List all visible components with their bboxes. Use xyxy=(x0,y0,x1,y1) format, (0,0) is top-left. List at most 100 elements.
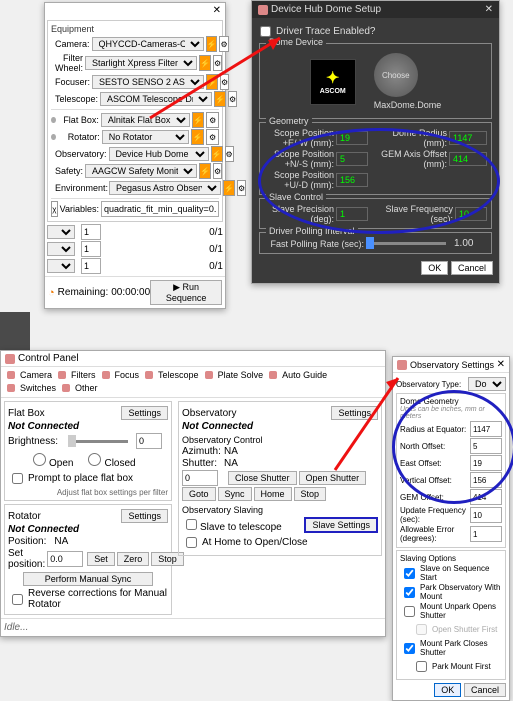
eq-select[interactable]: AAGCW Safety Monitor xyxy=(85,164,197,178)
seq-num-1[interactable] xyxy=(81,224,101,240)
connect-icon[interactable]: ⚡ xyxy=(211,146,223,162)
athome-checkbox[interactable]: At Home to Open/Close xyxy=(182,534,378,551)
brightness-input[interactable] xyxy=(136,433,162,449)
settings-icon[interactable]: ⚙ xyxy=(225,146,234,162)
obs-stop-button[interactable]: Stop xyxy=(294,487,327,501)
sync-button[interactable]: Sync xyxy=(218,487,252,501)
seq-num-3[interactable] xyxy=(81,258,101,274)
close-icon[interactable]: ✕ xyxy=(485,4,493,15)
eq-select[interactable]: QHYCCD-Cameras-Capture xyxy=(92,37,204,51)
eq-label: Observatory: xyxy=(55,149,107,159)
os-opt-checkbox[interactable]: Park Observatory With Mount xyxy=(400,583,502,601)
set-button[interactable]: Set xyxy=(87,552,115,566)
gem-input[interactable] xyxy=(449,152,487,166)
obs-type-select[interactable]: Dome xyxy=(468,377,506,391)
reverse-checkbox[interactable]: Reverse corrections for Manual Rotator xyxy=(8,588,168,610)
cancel-button[interactable]: Cancel xyxy=(451,261,493,275)
rotator-settings-button[interactable]: Settings xyxy=(121,509,168,523)
ew-input[interactable] xyxy=(336,131,368,145)
tab-auto-guide[interactable]: Auto Guide xyxy=(266,369,330,381)
connect-icon[interactable]: ⚡ xyxy=(206,74,218,90)
settings-icon[interactable]: ⚙ xyxy=(206,129,219,145)
eq-select[interactable]: Alnitak Flat Box xyxy=(101,113,190,127)
settings-icon[interactable]: ⚙ xyxy=(213,55,222,71)
os-input[interactable] xyxy=(470,507,502,523)
poll-slider[interactable] xyxy=(366,242,446,245)
eq-select[interactable]: Device Hub Dome xyxy=(109,147,209,161)
seq-select-2[interactable] xyxy=(47,242,75,256)
ns-input[interactable] xyxy=(336,152,368,166)
settings-icon[interactable]: ⚙ xyxy=(213,163,222,179)
connect-icon[interactable]: ⚡ xyxy=(192,112,205,128)
os-opt-checkbox[interactable]: Mount Park Closes Shutter xyxy=(400,639,502,657)
tab-telescope[interactable]: Telescope xyxy=(142,369,202,381)
brightness-slider[interactable] xyxy=(68,440,128,443)
os-cancel-button[interactable]: Cancel xyxy=(464,683,506,697)
connect-icon[interactable]: ⚡ xyxy=(223,180,235,196)
connect-icon[interactable]: ⚡ xyxy=(199,163,211,179)
os-input[interactable] xyxy=(470,526,502,542)
os-input[interactable] xyxy=(470,472,502,488)
precision-input[interactable] xyxy=(336,207,368,221)
closed-radio[interactable]: Closed xyxy=(83,450,135,469)
settings-icon[interactable]: ⚙ xyxy=(220,74,229,90)
connect-icon[interactable]: ⚡ xyxy=(214,91,226,107)
os-opt-checkbox[interactable]: Slave on Sequence Start xyxy=(400,564,502,582)
tab-focus[interactable]: Focus xyxy=(99,369,143,381)
ok-button[interactable]: OK xyxy=(421,261,448,275)
close-shutter-button[interactable]: Close Shutter xyxy=(228,471,297,485)
eq-select[interactable]: ASCOM Telescope Driver fo xyxy=(100,92,212,106)
tab-switches[interactable]: Switches xyxy=(4,382,59,394)
connect-icon[interactable]: ⚡ xyxy=(191,129,204,145)
home-button[interactable]: Home xyxy=(254,487,292,501)
open-radio[interactable]: Open xyxy=(28,450,73,469)
tab-plate-solve[interactable]: Plate Solve xyxy=(202,369,267,381)
slave-telescope-checkbox[interactable]: Slave to telescope xyxy=(182,516,282,533)
close-icon[interactable]: ✕ xyxy=(497,359,505,370)
os-ok-button[interactable]: OK xyxy=(434,683,461,697)
manual-sync-button[interactable]: Perform Manual Sync xyxy=(23,572,153,586)
obs-val-input[interactable] xyxy=(182,470,218,486)
os-input[interactable] xyxy=(470,489,502,505)
radius-input[interactable] xyxy=(449,131,487,145)
open-shutter-button[interactable]: Open Shutter xyxy=(299,471,367,485)
eq-select[interactable]: Starlight Xpress Filter Wheel xyxy=(85,56,197,70)
connect-icon[interactable]: ⚡ xyxy=(199,55,211,71)
goto-button[interactable]: Goto xyxy=(182,487,216,501)
tab-camera[interactable]: Camera xyxy=(4,369,55,381)
ud-input[interactable] xyxy=(336,173,368,187)
variables-input[interactable] xyxy=(101,201,219,217)
slave-settings-button[interactable]: Slave Settings xyxy=(304,517,378,533)
settings-icon[interactable]: ⚙ xyxy=(219,36,228,52)
seq-select-1[interactable] xyxy=(47,225,75,239)
connect-icon[interactable]: ⚡ xyxy=(206,36,218,52)
os-input[interactable] xyxy=(470,455,502,471)
eq-select[interactable]: No Rotator xyxy=(102,130,190,144)
flatbox-status: Not Connected xyxy=(8,421,168,432)
choose-button[interactable]: Choose xyxy=(374,53,418,97)
seq-num-2[interactable] xyxy=(81,241,101,257)
eq-select[interactable]: Pegasus Astro Observing Cc xyxy=(109,181,221,195)
zero-button[interactable]: Zero xyxy=(117,552,150,566)
settings-icon[interactable]: ⚙ xyxy=(228,91,237,107)
eq-label: Safety: xyxy=(55,166,83,176)
control-panel: Control Panel CameraFiltersFocusTelescop… xyxy=(0,350,386,637)
settings-icon[interactable]: ⚙ xyxy=(237,180,246,196)
run-sequence-button[interactable]: ▶ Run Sequence xyxy=(150,280,222,305)
frequency-input[interactable] xyxy=(455,207,487,221)
flatbox-settings-button[interactable]: Settings xyxy=(121,406,168,420)
tab-filters[interactable]: Filters xyxy=(55,369,99,381)
prompt-checkbox[interactable]: Prompt to place flat box xyxy=(8,470,168,487)
ascom-logo[interactable]: ✦ASCOM xyxy=(310,59,356,105)
close-icon[interactable]: ✕ xyxy=(213,5,221,16)
os-input[interactable] xyxy=(470,438,502,454)
seq-select-3[interactable] xyxy=(47,259,75,273)
os-opt-checkbox[interactable]: Mount Unpark Opens Shutter xyxy=(400,602,502,620)
os-input[interactable] xyxy=(470,421,502,437)
eq-select[interactable]: SESTO SENSO 2 ASCOM c xyxy=(92,75,204,89)
os-opt-checkbox[interactable]: Park Mount First xyxy=(412,658,502,675)
settings-icon[interactable]: ⚙ xyxy=(206,112,219,128)
tab-other[interactable]: Other xyxy=(59,382,101,394)
obs-settings-button[interactable]: Settings xyxy=(331,406,378,420)
setpos-input[interactable] xyxy=(47,551,83,567)
